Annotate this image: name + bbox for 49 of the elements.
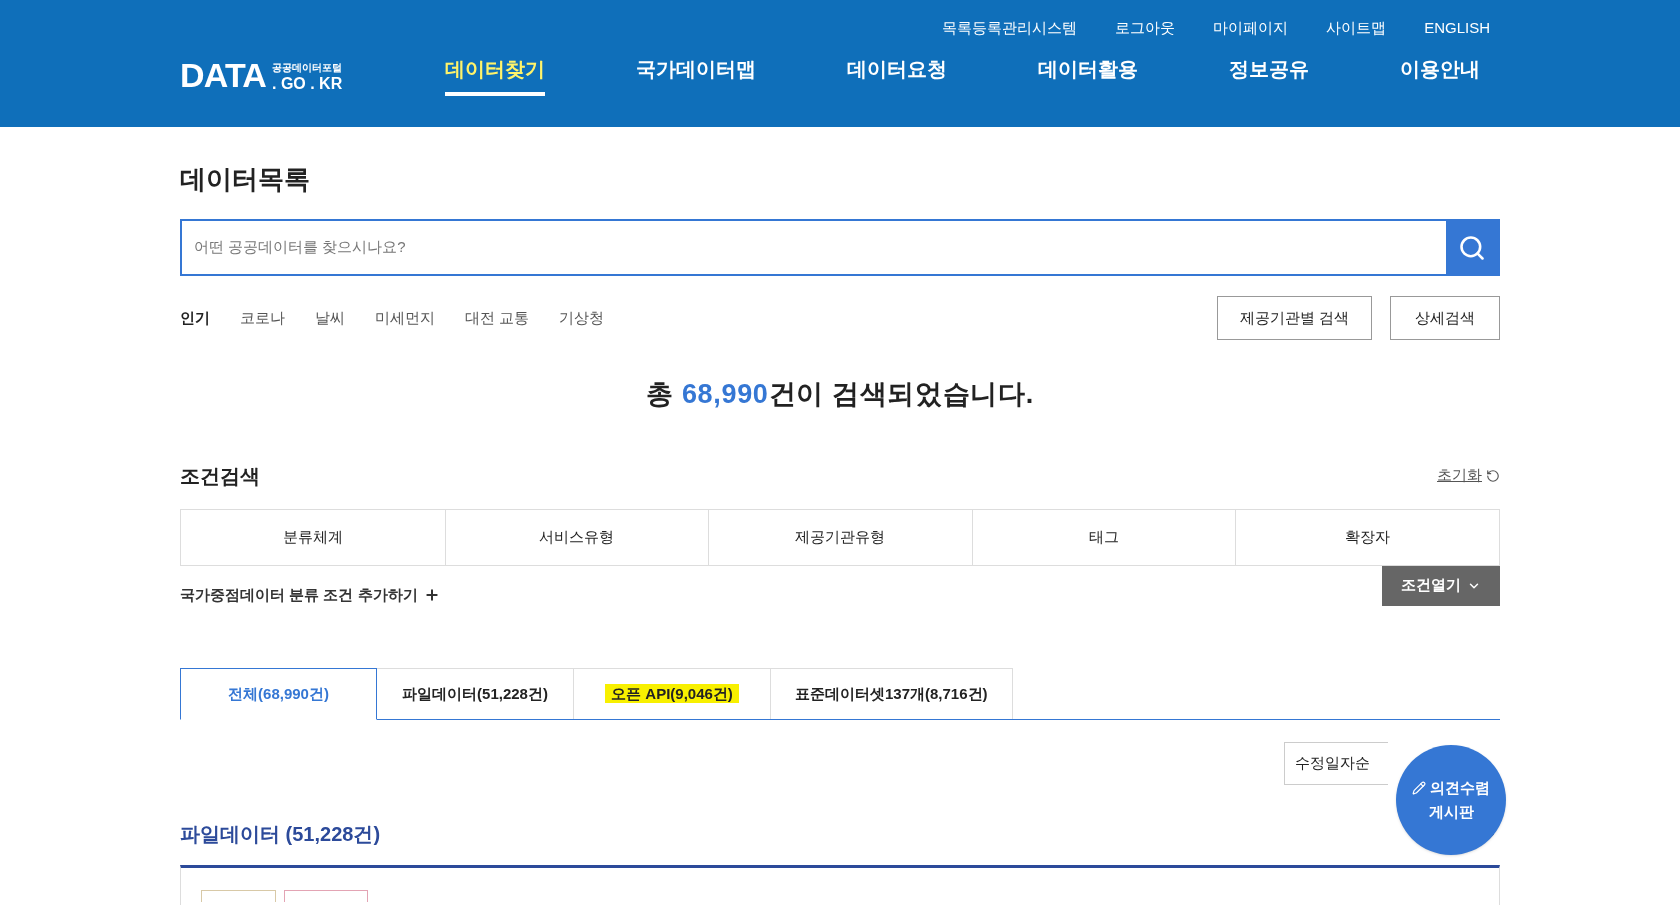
tab-label-highlight: 파일데이터(51,228건) — [402, 684, 548, 702]
result-tab[interactable]: 표준데이터셋137개(8,716건) — [771, 668, 1013, 719]
result-tab[interactable]: 파일데이터(51,228건) — [377, 668, 574, 719]
keyword-link[interactable]: 대전 교통 — [465, 306, 530, 330]
result-tab[interactable]: 오픈 API(9,046건) — [574, 668, 771, 719]
pencil-icon — [1412, 781, 1426, 795]
search-button[interactable] — [1446, 221, 1498, 274]
keyword-link[interactable]: 날씨 — [315, 306, 345, 330]
keyword-link[interactable]: 미세먼지 — [375, 306, 435, 330]
feedback-board-button[interactable]: 의견수렴 게시판 — [1396, 745, 1506, 855]
utility-link[interactable]: 목록등록관리시스템 — [942, 17, 1078, 44]
section-heading: 파일데이터 (51,228건) — [180, 822, 381, 847]
utility-link[interactable]: 로그아웃 — [1115, 17, 1176, 44]
reset-link[interactable]: 초기화 — [1437, 464, 1500, 487]
keyword-link[interactable]: 코로나 — [240, 306, 285, 330]
logo-subtitle: 공공데이터포털 — [272, 63, 343, 73]
tab-label-highlight: 오픈 API(9,046건) — [605, 683, 739, 703]
add-condition-link[interactable]: 국가중점데이터 분류 조건 추가하기 — [180, 583, 440, 606]
result-summary: 총 68,990건이 검색되었습니다. — [645, 378, 1035, 411]
logo-domain: . GO . KR — [272, 76, 343, 92]
result-tab[interactable]: 전체(68,990건) — [180, 668, 377, 720]
utility-link[interactable]: 사이트맵 — [1326, 17, 1387, 44]
plus-icon — [423, 586, 440, 603]
popular-label: 인기 — [180, 307, 210, 328]
filter-category[interactable]: 제공기관유형 — [708, 509, 972, 565]
tab-label-highlight: 표준데이터셋137개(8,716건) — [795, 684, 988, 702]
sort-select[interactable]: 수정일자순 — [1284, 742, 1388, 785]
utility-link[interactable]: 마이페이지 — [1213, 17, 1289, 44]
search-icon — [1458, 233, 1486, 262]
nav-tab[interactable]: 데이터요청 — [847, 52, 947, 96]
reset-icon — [1486, 468, 1500, 483]
nav-tab[interactable]: 데이터찾기 — [445, 52, 545, 96]
open-conditions-button[interactable]: 조건열기 — [1382, 565, 1500, 606]
section-heading: 조건검색 — [180, 463, 260, 489]
filter-category[interactable]: 확장자 — [1235, 509, 1499, 565]
nav-tab[interactable]: 데이터활용 — [1038, 52, 1138, 96]
utility-link[interactable]: ENGLISH — [1424, 17, 1490, 44]
filter-category[interactable]: 서비스유형 — [444, 509, 709, 565]
nav-tab[interactable]: 이용안내 — [1400, 52, 1480, 96]
search-option-button[interactable]: 상세검색 — [1390, 296, 1500, 340]
filter-category[interactable]: 태그 — [971, 509, 1236, 565]
tab-label-highlight: 전체(68,990건) — [228, 684, 329, 702]
keyword-link[interactable]: 기상청 — [559, 306, 605, 330]
filter-category[interactable]: 분류체계 — [181, 509, 445, 565]
nav-tab[interactable]: 국가데이터맵 — [636, 52, 756, 96]
logo-text: DATA — [180, 58, 266, 92]
page-title: 데이터목록 — [180, 163, 311, 196]
search-option-button[interactable]: 제공기관별 검색 — [1216, 296, 1372, 340]
nav-tab[interactable]: 정보공유 — [1229, 52, 1309, 96]
